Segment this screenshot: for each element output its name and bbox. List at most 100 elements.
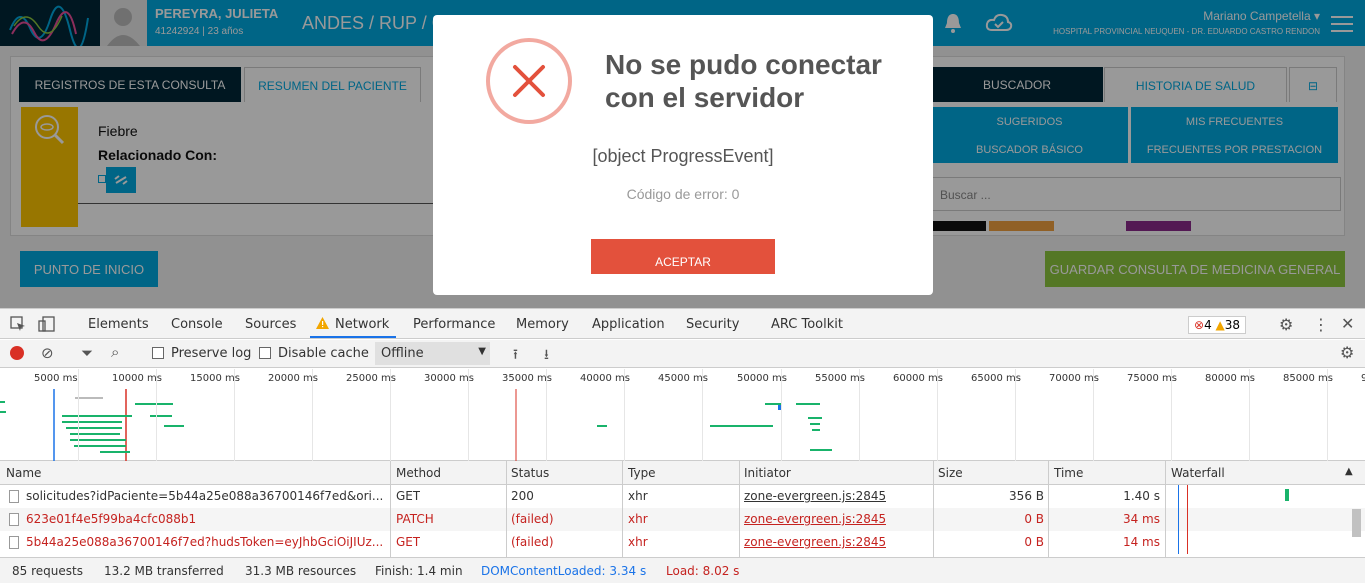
overview-tick-label: 65000 ms — [971, 373, 1021, 384]
request-method: GET — [396, 489, 421, 503]
more-options-icon[interactable]: ⋮ — [1313, 315, 1329, 334]
inspect-element-icon[interactable] — [10, 316, 26, 336]
overview-tick-label: 20000 ms — [268, 373, 318, 384]
issues-counter[interactable]: ⊗4 ▲38 — [1188, 316, 1247, 334]
preserve-log-label: Preserve log — [171, 346, 252, 361]
close-devtools-icon[interactable]: ✕ — [1341, 314, 1354, 333]
network-overview[interactable]: 5000 ms 10000 ms 15000 ms 20000 ms 25000 ms 3… — [0, 369, 1365, 461]
column-method[interactable]: Method — [396, 466, 441, 480]
column-type[interactable]: Type — [628, 466, 656, 480]
overview-tick-label: 9 — [1361, 373, 1365, 384]
request-name: 5b44a25e088a36700146f7ed?hudsToken=eyJhb… — [26, 535, 384, 549]
request-size: 0 B — [1024, 512, 1044, 526]
column-separator[interactable] — [739, 461, 740, 557]
overview-gridline — [78, 369, 79, 461]
preserve-log-checkbox[interactable] — [152, 347, 164, 359]
tab-elements[interactable]: Elements — [88, 317, 149, 332]
error-count: 4 — [1204, 318, 1212, 332]
column-separator[interactable] — [506, 461, 507, 557]
throttle-select[interactable]: Offline ▼ — [375, 342, 490, 365]
scrollbar-thumb[interactable] — [1352, 509, 1361, 537]
overview-tick-label: 5000 ms — [34, 373, 78, 384]
domcontentloaded-time: DOMContentLoaded: 3.34 s — [481, 564, 647, 578]
column-time[interactable]: Time — [1054, 466, 1083, 480]
select-arrow-icon: ▼ — [478, 346, 486, 357]
warning-count-icon: ▲ — [1215, 318, 1225, 332]
tab-security[interactable]: Security — [686, 317, 739, 332]
request-time: 1.40 s — [1123, 489, 1160, 503]
accept-button[interactable]: ACEPTAR — [591, 239, 775, 274]
network-toolbar: ⊘ ⏷ ⌕ Preserve log Disable cache Offline… — [0, 340, 1365, 368]
column-name[interactable]: Name — [6, 466, 41, 480]
tab-performance[interactable]: Performance — [413, 317, 495, 332]
request-status: 200 — [511, 489, 534, 503]
column-separator[interactable] — [390, 461, 391, 557]
record-icon[interactable] — [10, 346, 24, 360]
app-window: PEREYRA, JULIETA 41242924 | 23 años ANDE… — [0, 0, 1365, 308]
network-row[interactable]: solicitudes?idPaciente=5b44a25e088a36700… — [0, 485, 1365, 508]
network-table-header: Name Method Status Type Initiator Size T… — [0, 461, 1365, 485]
request-initiator[interactable]: zone-evergreen.js:2845 — [744, 512, 886, 526]
request-type: xhr — [628, 512, 648, 526]
network-row[interactable]: 623e01f4e5f99ba4cfc088b1 PATCH (failed) xhr… — [0, 508, 1365, 531]
request-count: 85 requests — [12, 564, 83, 578]
overview-tick-label: 15000 ms — [190, 373, 240, 384]
column-separator[interactable] — [933, 461, 934, 557]
request-size: 356 B — [1009, 489, 1044, 503]
tab-sources[interactable]: Sources — [245, 317, 296, 332]
column-initiator[interactable]: Initiator — [744, 466, 791, 480]
file-icon — [9, 513, 19, 526]
column-status[interactable]: Status — [511, 466, 549, 480]
overview-tick-label: 45000 ms — [658, 373, 708, 384]
warning-icon — [316, 317, 329, 333]
column-size[interactable]: Size — [938, 466, 963, 480]
waterfall-domcontent-line — [1178, 531, 1179, 554]
column-separator[interactable] — [1048, 461, 1049, 557]
overview-tick-label: 50000 ms — [737, 373, 787, 384]
column-separator[interactable] — [622, 461, 623, 557]
error-dialog: No se pudo conectar con el servidor [obj… — [433, 15, 933, 295]
import-har-icon[interactable]: ⭱ — [513, 344, 518, 368]
request-status: (failed) — [511, 535, 554, 549]
sort-up-icon[interactable]: ▲ — [1345, 466, 1353, 477]
file-icon — [9, 536, 19, 549]
request-method: GET — [396, 535, 421, 549]
waterfall-domcontent-line — [1178, 508, 1179, 531]
filter-icon[interactable]: ⏷ — [81, 344, 93, 362]
device-toolbar-icon[interactable] — [38, 316, 56, 336]
dialog-error-code: Código de error: 0 — [626, 186, 740, 202]
overview-tick-label: 75000 ms — [1127, 373, 1177, 384]
load-time: Load: 8.02 s — [666, 564, 740, 578]
tab-console[interactable]: Console — [171, 317, 223, 332]
clear-icon[interactable]: ⊘ — [41, 344, 54, 362]
request-status: (failed) — [511, 512, 554, 526]
column-separator[interactable] — [1165, 461, 1166, 557]
transferred-size: 13.2 MB transferred — [104, 564, 224, 578]
tab-arc-toolkit[interactable]: ARC Toolkit — [771, 317, 843, 332]
warning-count: 38 — [1224, 318, 1241, 332]
network-settings-icon[interactable]: ⚙ — [1340, 343, 1354, 362]
request-initiator[interactable]: zone-evergreen.js:2845 — [744, 489, 886, 503]
error-icon: ⊗ — [1194, 318, 1205, 332]
search-icon[interactable]: ⌕ — [111, 343, 119, 361]
tab-application[interactable]: Application — [592, 317, 665, 332]
overview-tick-label: 40000 ms — [580, 373, 630, 384]
tab-network[interactable]: Network — [335, 317, 389, 332]
tab-memory[interactable]: Memory — [516, 317, 569, 332]
column-waterfall[interactable]: Waterfall — [1171, 466, 1225, 480]
disable-cache-checkbox[interactable] — [259, 347, 271, 359]
waterfall-load-line — [1187, 531, 1188, 554]
request-size: 0 B — [1024, 535, 1044, 549]
request-initiator[interactable]: zone-evergreen.js:2845 — [744, 535, 886, 549]
overview-tick-label: 85000 ms — [1283, 373, 1333, 384]
waterfall-bar — [1285, 489, 1289, 501]
overview-tick-label: 60000 ms — [893, 373, 943, 384]
network-row[interactable]: 5b44a25e088a36700146f7ed?hudsToken=eyJhb… — [0, 531, 1365, 554]
overview-tick-label: 55000 ms — [815, 373, 865, 384]
waterfall-load-line — [1187, 485, 1188, 508]
throttle-value: Offline — [381, 346, 424, 361]
export-har-icon[interactable]: ⭳ — [544, 344, 549, 368]
settings-gear-icon[interactable]: ⚙ — [1279, 315, 1293, 334]
request-type: xhr — [628, 535, 648, 549]
resources-size: 31.3 MB resources — [245, 564, 357, 578]
